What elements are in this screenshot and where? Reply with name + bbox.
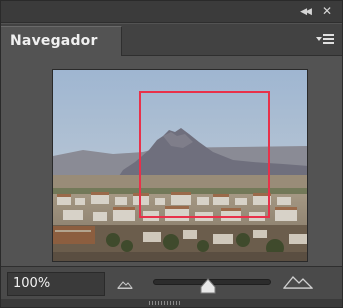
status-bar bbox=[1, 299, 342, 307]
resize-grip[interactable] bbox=[149, 301, 181, 305]
close-icon[interactable]: ✕ bbox=[320, 4, 334, 18]
panel-titlebar: ◀◀ ✕ bbox=[1, 1, 342, 23]
double-chevron-left-icon[interactable]: ◀◀ bbox=[298, 5, 312, 19]
large-mountains-icon[interactable] bbox=[283, 273, 313, 289]
view-box[interactable] bbox=[139, 91, 270, 218]
tab-label: Navegador bbox=[10, 33, 98, 49]
tab-bar: Navegador bbox=[1, 24, 342, 56]
tab-navegador[interactable]: Navegador bbox=[1, 26, 122, 56]
zoom-slider-thumb[interactable] bbox=[200, 278, 216, 294]
zoom-bar: 100% bbox=[1, 266, 342, 299]
panel-menu-icon[interactable] bbox=[316, 33, 336, 47]
navigator-panel: ◀◀ ✕ Navegador 100% bbox=[0, 0, 343, 308]
zoom-input[interactable]: 100% bbox=[7, 272, 105, 296]
small-mountains-icon[interactable] bbox=[117, 279, 133, 289]
